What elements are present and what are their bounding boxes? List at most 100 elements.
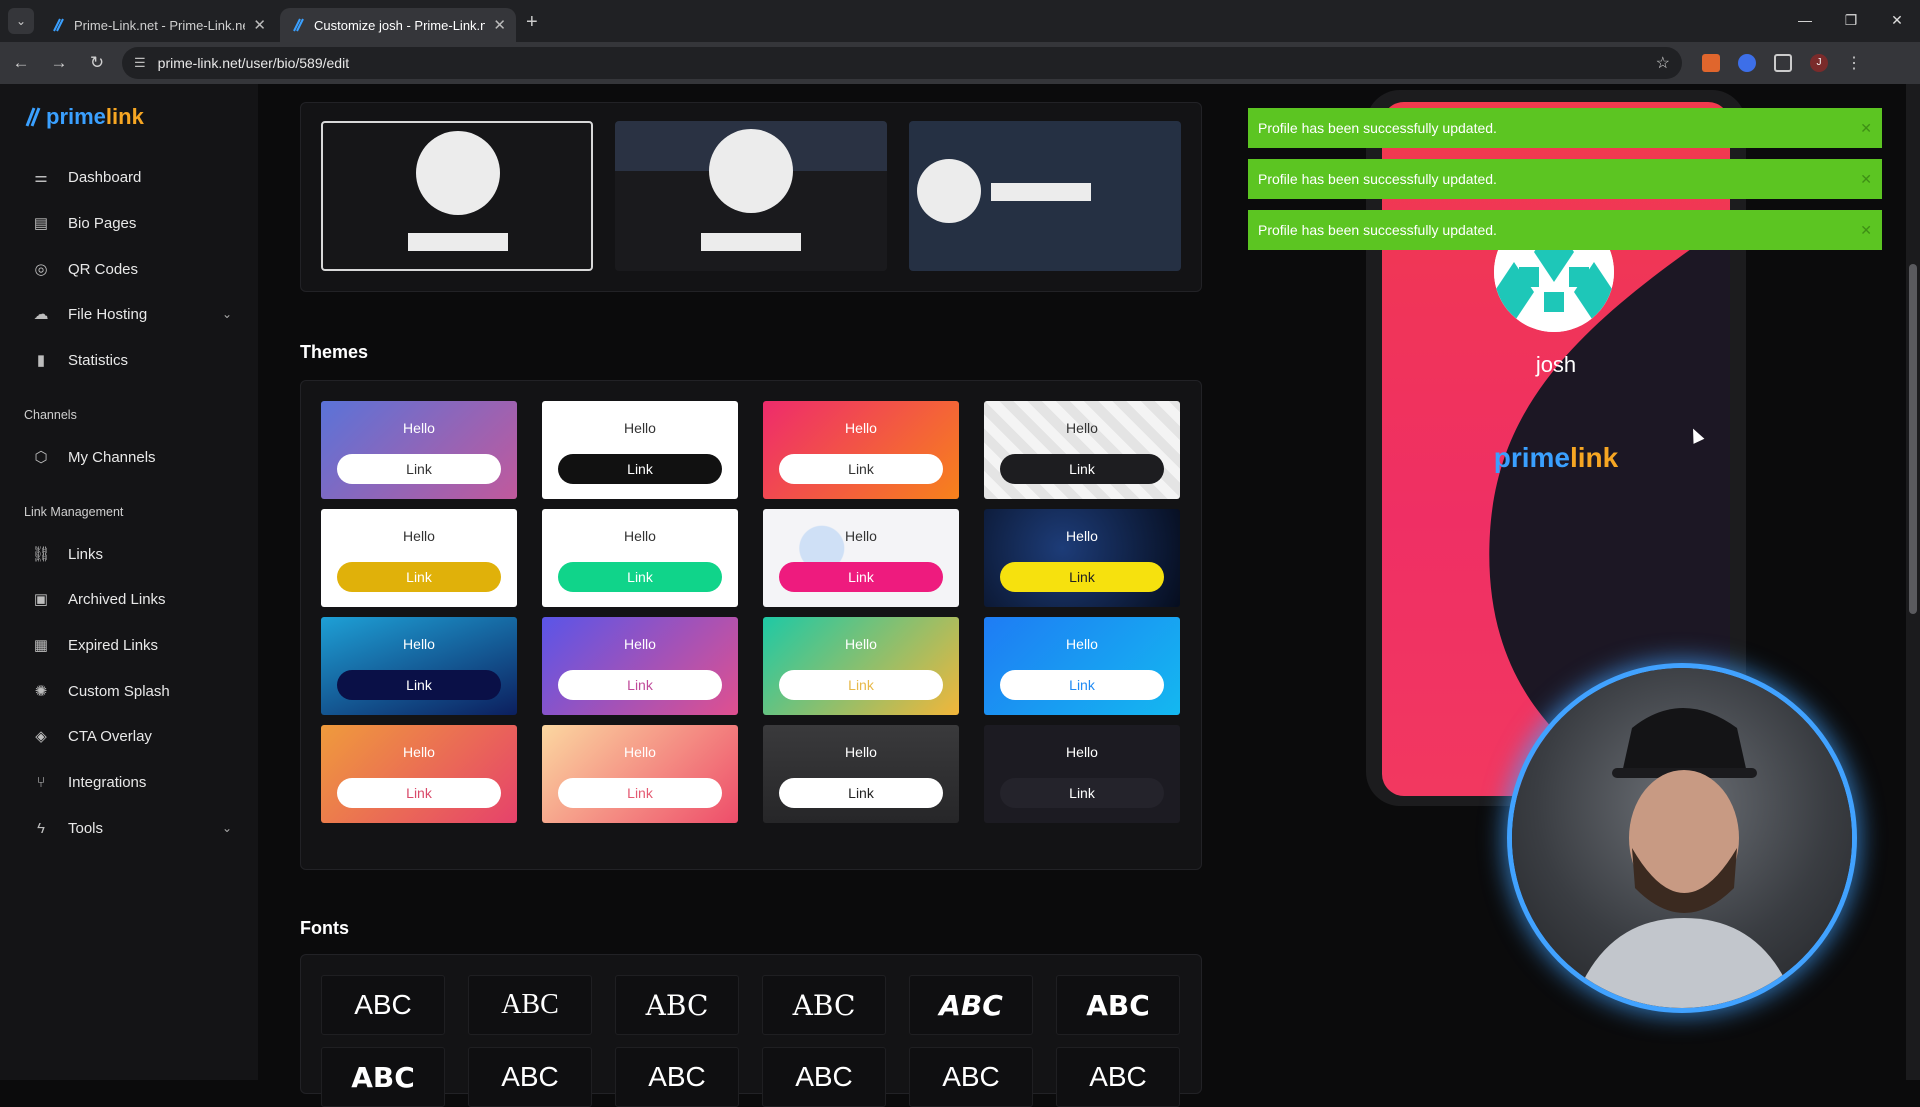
layout-option-banner[interactable]	[615, 121, 887, 271]
theme-hello-text: Hello	[1066, 528, 1098, 544]
sidebar-item-label: My Channels	[68, 448, 156, 466]
font-option[interactable]: ABC	[321, 1047, 445, 1107]
sidebar-item-my-channels[interactable]: ⬡ My Channels	[32, 448, 232, 467]
sidebar-item-label: File Hosting	[68, 305, 148, 323]
theme-option[interactable]: Hello Link	[542, 617, 738, 715]
sidebar-item-label: Statistics	[68, 351, 129, 369]
success-toast: Profile has been successfully updated. ✕	[1248, 108, 1882, 148]
theme-link-button: Link	[779, 778, 943, 808]
theme-link-button: Link	[1000, 778, 1164, 808]
font-option[interactable]: ABC	[615, 975, 739, 1035]
sidebar-item-tools[interactable]: ϟ Tools ⌄	[32, 819, 232, 837]
theme-option[interactable]: Hello Link	[763, 617, 959, 715]
extensions-puzzle-icon[interactable]	[1774, 54, 1792, 72]
theme-link-button: Link	[779, 454, 943, 484]
new-tab-button[interactable]: +	[526, 11, 538, 34]
sidebar-item-label: Dashboard	[68, 168, 142, 186]
sidebar-item-links[interactable]: ⛓ Links	[31, 545, 232, 564]
sidebar-item-integrations[interactable]: ⑂ Integrations	[32, 773, 232, 791]
scrollbar-thumb[interactable]	[1909, 264, 1917, 614]
restore-icon[interactable]: ❐	[1828, 0, 1874, 40]
tab-search-button[interactable]: ⌄	[8, 8, 34, 34]
theme-option[interactable]: Hello Link	[321, 725, 517, 823]
font-option[interactable]: ABC	[909, 1047, 1033, 1107]
themes-heading: Themes	[300, 342, 369, 362]
sidebar-item-qr-codes[interactable]: ◎ QR Codes	[32, 260, 232, 279]
sidebar-item-custom-splash[interactable]: ✺ Custom Splash	[32, 682, 232, 701]
theme-hello-text: Hello	[845, 636, 877, 652]
sidebar-item-statistics[interactable]: ▮ Statistics	[32, 351, 232, 370]
layout-name-shape	[991, 183, 1091, 201]
toast-message: Profile has been successfully updated.	[1258, 120, 1497, 136]
success-toast: Profile has been successfully updated. ✕	[1248, 210, 1882, 250]
sidebar-item-label: Bio Pages	[68, 214, 137, 232]
extension-fox-icon[interactable]	[1702, 54, 1720, 72]
font-option[interactable]: ABC	[762, 1047, 886, 1107]
theme-option[interactable]: Hello Link	[984, 509, 1180, 607]
theme-option[interactable]: Hello Link	[763, 401, 959, 499]
theme-link-button: Link	[1000, 562, 1164, 592]
theme-option[interactable]: Hello Link	[984, 725, 1180, 823]
minimize-icon[interactable]: —	[1782, 0, 1828, 40]
extension-blue-icon[interactable]	[1738, 54, 1756, 72]
close-tab-icon[interactable]: ✕	[493, 16, 506, 34]
theme-option[interactable]: Hello Link	[763, 725, 959, 823]
font-option[interactable]: ABC	[321, 975, 445, 1035]
sidebar-item-archived-links[interactable]: ▣ Archived Links	[32, 590, 232, 609]
primelink-logo-icon	[25, 107, 41, 127]
site-info-icon[interactable]: ☰	[134, 55, 146, 71]
font-option[interactable]: ABC	[615, 1047, 739, 1107]
back-icon[interactable]: ←	[4, 46, 38, 80]
more-menu-icon[interactable]: ⋮	[1846, 53, 1862, 73]
theme-option[interactable]: Hello Link	[542, 509, 738, 607]
section-heading-link-management: Link Management	[24, 505, 124, 519]
sidebar-item-cta-overlay[interactable]: ◈ CTA Overlay	[32, 727, 232, 746]
theme-option[interactable]: Hello Link	[321, 509, 517, 607]
theme-hello-text: Hello	[403, 420, 435, 436]
layout-avatar-shape	[709, 129, 793, 213]
sidebar-item-bio-pages[interactable]: ▤ Bio Pages	[32, 214, 232, 233]
theme-hello-text: Hello	[403, 528, 435, 544]
close-toast-icon[interactable]: ✕	[1860, 171, 1872, 188]
theme-option[interactable]: Hello Link	[542, 401, 738, 499]
url-field[interactable]: ☰ prime-link.net/user/bio/589/edit ☆	[122, 47, 1682, 79]
font-option[interactable]: ABC	[468, 1047, 592, 1107]
theme-option[interactable]: Hello Link	[321, 401, 517, 499]
theme-link-button: Link	[779, 670, 943, 700]
theme-option[interactable]: Hello Link	[984, 401, 1180, 499]
sidebar-item-dashboard[interactable]: ⚌ Dashboard	[32, 168, 232, 187]
theme-option[interactable]: Hello Link	[321, 617, 517, 715]
reload-icon[interactable]: ↻	[80, 46, 114, 80]
close-tab-icon[interactable]: ✕	[253, 16, 266, 34]
font-option[interactable]: ABC	[1056, 975, 1180, 1035]
primelink-logo[interactable]: primelink	[24, 104, 144, 130]
theme-link-button: Link	[558, 562, 722, 592]
font-option[interactable]: ABC	[762, 975, 886, 1035]
close-window-icon[interactable]: ✕	[1874, 0, 1920, 40]
sidebar-item-expired-links[interactable]: ▦ Expired Links	[32, 636, 232, 655]
font-option[interactable]: ABC	[468, 975, 592, 1035]
browser-tab-2[interactable]: Customize josh - Prime-Link.ne ✕	[280, 8, 516, 42]
bookmark-star-icon[interactable]: ☆	[1656, 53, 1670, 73]
primelink-favicon-icon	[53, 18, 64, 32]
layers-icon: ◈	[35, 728, 47, 745]
font-option[interactable]: ABC	[1056, 1047, 1180, 1107]
browser-tab-1[interactable]: Prime-Link.net - Prime-Link.net ✕	[40, 8, 276, 42]
preview-logo-link: link	[1570, 442, 1619, 473]
sidebar-item-label: Integrations	[68, 773, 147, 791]
profile-avatar[interactable]: J	[1810, 54, 1828, 72]
font-option[interactable]: ABC	[909, 975, 1033, 1035]
close-toast-icon[interactable]: ✕	[1860, 222, 1872, 239]
close-toast-icon[interactable]: ✕	[1860, 120, 1872, 137]
theme-option[interactable]: Hello Link	[984, 617, 1180, 715]
page-scrollbar[interactable]	[1906, 84, 1920, 1080]
theme-hello-text: Hello	[1066, 636, 1098, 652]
qr-icon: ◎	[34, 261, 48, 278]
layout-option-inline[interactable]	[909, 121, 1181, 271]
sidebar-item-file-hosting[interactable]: ☁ File Hosting ⌄	[32, 305, 233, 324]
layout-option-centered[interactable]	[321, 121, 593, 271]
theme-option[interactable]: Hello Link	[763, 509, 959, 607]
forward-icon[interactable]: →	[42, 46, 76, 80]
layout-name-shape	[408, 233, 508, 251]
theme-option[interactable]: Hello Link	[542, 725, 738, 823]
